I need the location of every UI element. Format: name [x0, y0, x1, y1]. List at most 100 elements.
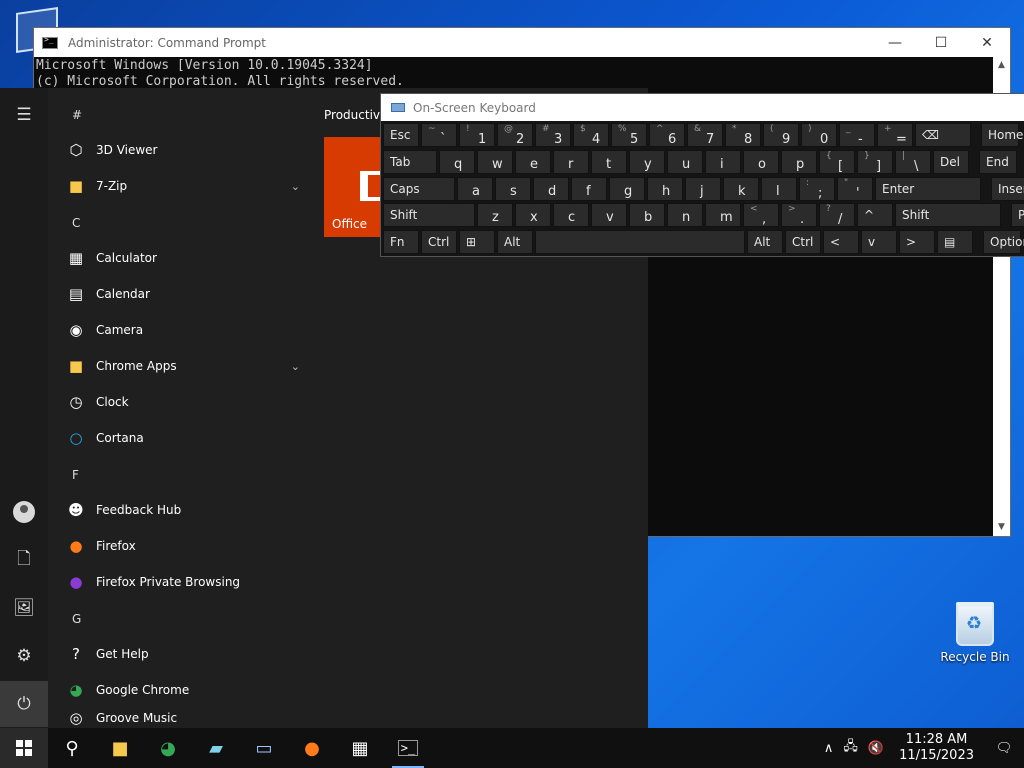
key[interactable]: :; — [799, 177, 835, 201]
group-letter[interactable]: F — [72, 468, 79, 482]
key[interactable]: d — [533, 177, 569, 201]
group-letter[interactable]: C — [72, 216, 80, 230]
key[interactable] — [535, 230, 745, 254]
calculator-icon[interactable]: ▦ — [336, 728, 384, 768]
menu-icon[interactable]: ☰ — [0, 92, 48, 138]
key[interactable]: ! 1 — [459, 123, 495, 147]
key[interactable]: @2 — [497, 123, 533, 147]
key[interactable]: Alt — [747, 230, 783, 254]
key[interactable]: }] — [857, 150, 893, 174]
key[interactable]: Esc — [383, 123, 419, 147]
notepad-icon[interactable]: ▰ — [192, 728, 240, 768]
key[interactable]: & 7 — [687, 123, 723, 147]
network-app-icon[interactable]: ▭ — [240, 728, 288, 768]
key[interactable]: PrtScn — [1011, 203, 1024, 227]
documents-icon[interactable]: 🗋 — [0, 537, 48, 583]
key[interactable]: Alt — [497, 230, 533, 254]
key[interactable]: End — [979, 150, 1017, 174]
list-item[interactable]: ◷ Clock — [56, 384, 312, 420]
key[interactable]: Options — [983, 230, 1024, 254]
scroll-up-icon[interactable]: ▲ — [993, 57, 1010, 74]
group-letter[interactable]: G — [72, 612, 81, 626]
volume-muted-icon[interactable]: 🔇 — [863, 741, 889, 756]
key[interactable]: w — [477, 150, 513, 174]
key[interactable]: e — [515, 150, 551, 174]
tile-group-header[interactable]: Productivit — [324, 108, 388, 122]
key[interactable]: Del — [933, 150, 969, 174]
scroll-down-icon[interactable]: ▼ — [993, 519, 1010, 536]
list-item[interactable]: ■ 7-Zip ⌄ — [56, 168, 312, 204]
key[interactable]: v — [861, 230, 897, 254]
key[interactable]: q — [439, 150, 475, 174]
key[interactable]: n — [667, 203, 703, 227]
key[interactable]: " ' — [837, 177, 873, 201]
search-icon[interactable]: ⚲ — [48, 728, 96, 768]
file-explorer-icon[interactable]: ■ — [96, 728, 144, 768]
key[interactable]: h — [647, 177, 683, 201]
key[interactable]: Shift — [383, 203, 475, 227]
key[interactable]: a — [457, 177, 493, 201]
key[interactable]: (9 — [763, 123, 799, 147]
key[interactable]: Fn — [383, 230, 419, 254]
key[interactable]: z — [477, 203, 513, 227]
osk-titlebar[interactable]: On-Screen Keyboard — [381, 94, 1024, 121]
key[interactable]: r — [553, 150, 589, 174]
key[interactable]: x — [515, 203, 551, 227]
close-button[interactable]: ✕ — [964, 28, 1010, 57]
key[interactable]: v — [591, 203, 627, 227]
settings-icon[interactable]: ⚙ — [0, 633, 48, 679]
list-item[interactable]: ◕ Google Chrome — [56, 672, 312, 708]
key[interactable]: s — [495, 177, 531, 201]
list-item[interactable]: ☻ Feedback Hub — [56, 492, 312, 528]
key[interactable]: * 8 — [725, 123, 761, 147]
key[interactable]: % 5 — [611, 123, 647, 147]
key[interactable]: m — [705, 203, 741, 227]
key[interactable]: o — [743, 150, 779, 174]
key[interactable]: ⌫ — [915, 123, 971, 147]
key[interactable]: c — [553, 203, 589, 227]
key[interactable]: ▤ — [937, 230, 973, 254]
maximize-button[interactable]: ☐ — [918, 28, 964, 57]
key[interactable]: ? / — [819, 203, 855, 227]
list-item[interactable]: ● Firefox Private Browsing — [56, 564, 312, 600]
key[interactable]: Tab — [383, 150, 437, 174]
key[interactable]: Shift — [895, 203, 1001, 227]
key[interactable]: #3 — [535, 123, 571, 147]
clock[interactable]: 11:28 AM 11/15/2023 — [889, 732, 984, 764]
key[interactable]: y — [629, 150, 665, 174]
start-button[interactable] — [0, 728, 48, 768]
key[interactable]: {[ — [819, 150, 855, 174]
cmd-taskbar-icon[interactable]: >_ — [384, 728, 432, 768]
key[interactable]: $4 — [573, 123, 609, 147]
key[interactable]: _ - — [839, 123, 875, 147]
key[interactable]: + = — [877, 123, 913, 147]
minimize-button[interactable]: — — [872, 28, 918, 57]
power-icon[interactable]: ⏻ — [0, 681, 48, 727]
key[interactable]: <, — [743, 203, 779, 227]
key[interactable]: f — [571, 177, 607, 201]
key[interactable]: ⊞ — [459, 230, 495, 254]
key[interactable]: >. — [781, 203, 817, 227]
key[interactable]: l — [761, 177, 797, 201]
key[interactable]: ^ 6 — [649, 123, 685, 147]
key[interactable]: Home — [981, 123, 1023, 147]
key[interactable]: t — [591, 150, 627, 174]
list-item[interactable]: ? Get Help — [56, 636, 312, 672]
list-item[interactable]: ◎ Groove Music — [56, 708, 312, 728]
key[interactable]: p — [781, 150, 817, 174]
chevron-up-icon[interactable]: ∧ — [819, 741, 839, 756]
list-item[interactable]: ▤ Calendar — [56, 276, 312, 312]
firefox-icon[interactable]: ● — [288, 728, 336, 768]
key[interactable]: Ctrl — [421, 230, 457, 254]
key[interactable]: < — [823, 230, 859, 254]
key[interactable]: > — [899, 230, 935, 254]
key[interactable]: b — [629, 203, 665, 227]
notifications-icon[interactable]: 🗨 — [984, 741, 1024, 756]
user-account-button[interactable] — [0, 489, 48, 535]
on-screen-keyboard-window[interactable]: On-Screen Keyboard Esc ~ `! 1 @2 #3 $4% 5 ^ 6 & 7 * 8… — [380, 93, 1024, 257]
key[interactable]: i — [705, 150, 741, 174]
key[interactable]: g — [609, 177, 645, 201]
list-item[interactable]: ◉ Camera — [56, 312, 312, 348]
key[interactable]: Enter — [875, 177, 981, 201]
key[interactable]: ) 0 — [801, 123, 837, 147]
